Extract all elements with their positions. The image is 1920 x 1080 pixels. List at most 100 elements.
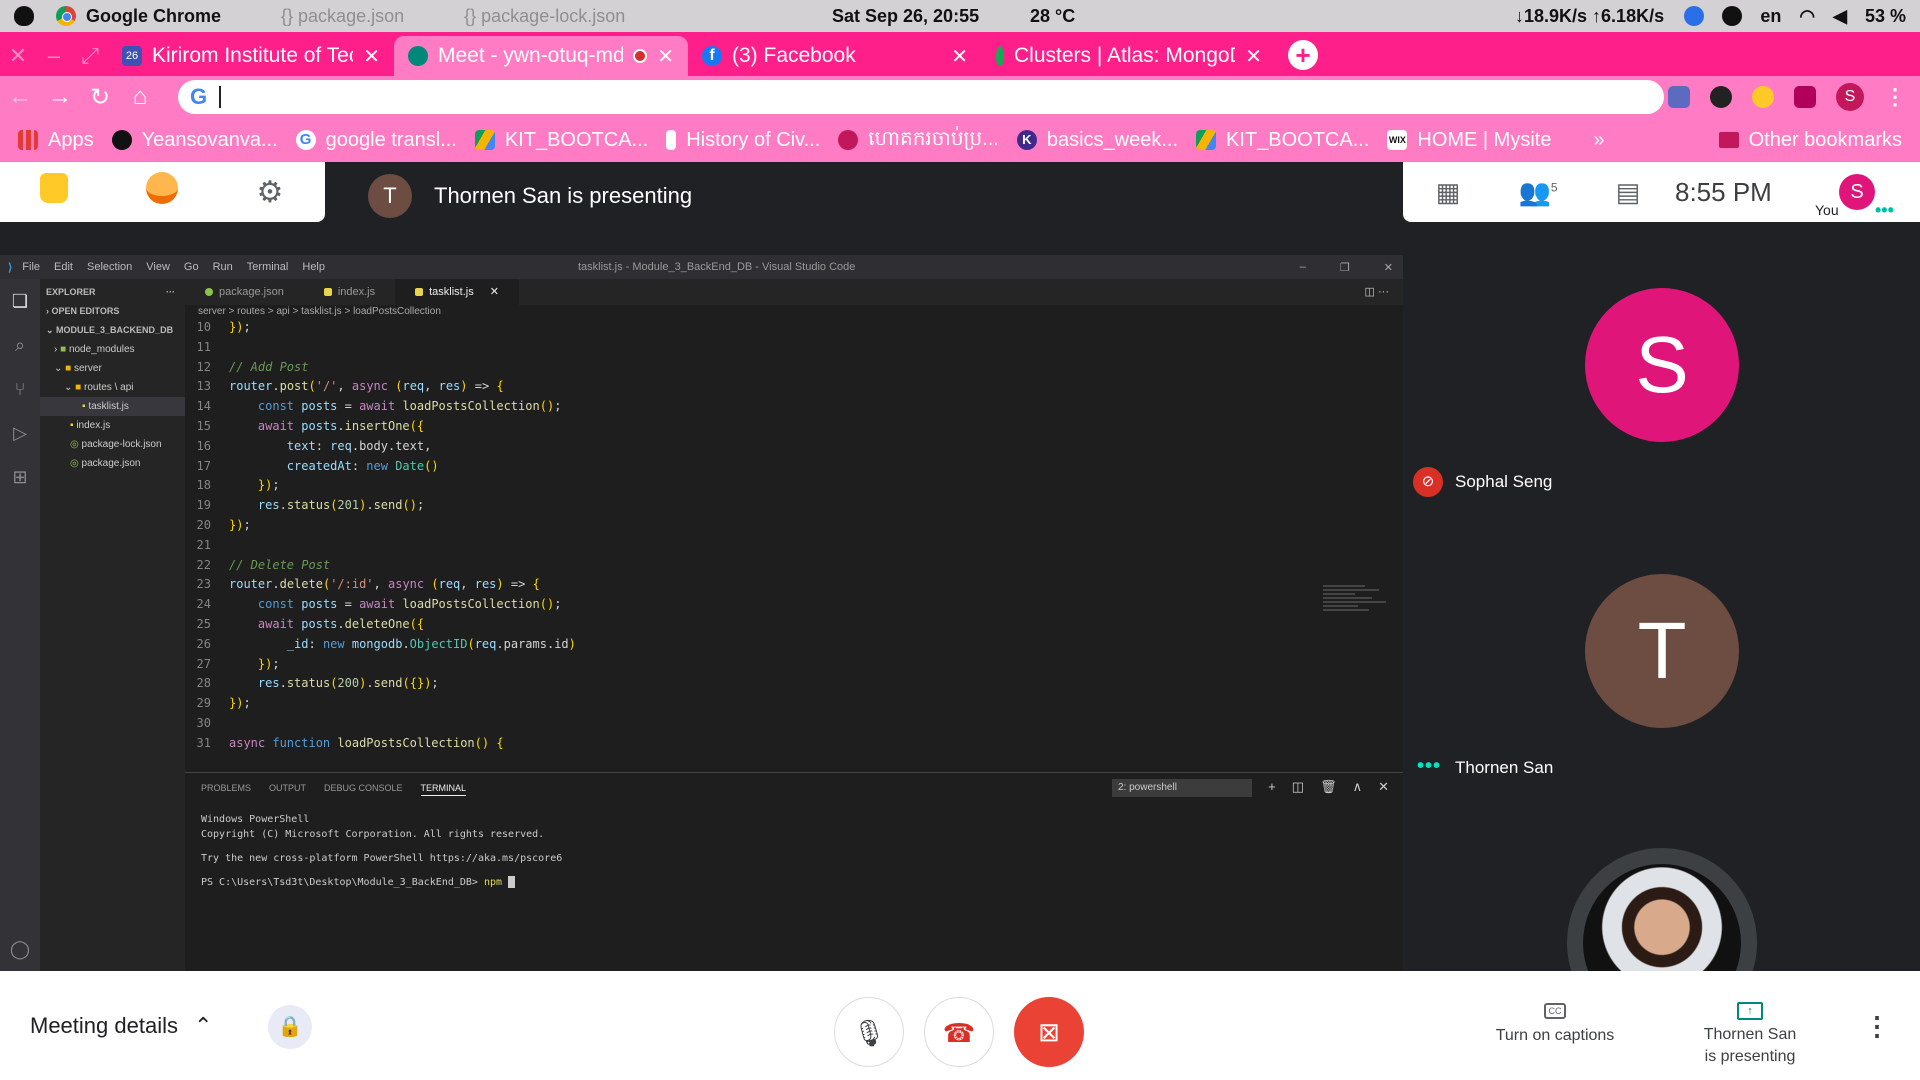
run-debug-icon[interactable]: ▷	[0, 411, 40, 455]
code-line[interactable]: 15 await posts.insertOne({	[185, 417, 1395, 437]
code-line[interactable]: 23 router.delete('/:id', async (req, res)…	[185, 575, 1395, 595]
breadcrumb[interactable]: server > routes > api > tasklist.js > lo…	[198, 306, 441, 317]
participant-avatar[interactable]: T	[1585, 574, 1739, 728]
tree-item-package[interactable]: ◎ package.json	[40, 454, 185, 473]
layout-grid-icon[interactable]: ▦	[1403, 177, 1493, 208]
battery-status[interactable]: 53 %	[1865, 6, 1906, 27]
open-editors-section[interactable]: › OPEN EDITORS	[40, 302, 185, 321]
volume-icon[interactable]: ◀	[1833, 6, 1847, 27]
active-app-name[interactable]: Google Chrome	[86, 6, 221, 27]
close-tab-icon[interactable]: ✕	[951, 44, 968, 69]
wifi-icon[interactable]: ◠	[1799, 6, 1815, 27]
vscode-menu-run[interactable]: Run	[213, 261, 233, 273]
minimize-icon[interactable]: –	[1300, 261, 1306, 274]
tree-item-package-lock[interactable]: ◎ package-lock.json	[40, 435, 185, 454]
captions-button[interactable]: CC Turn on captions	[1480, 999, 1630, 1047]
vscode-menu-selection[interactable]: Selection	[87, 261, 132, 273]
close-tab-icon[interactable]: ✕	[657, 44, 674, 69]
menu-dots-icon[interactable]: ⋮	[1884, 84, 1906, 110]
trash-icon[interactable]: 🗑	[1320, 779, 1337, 795]
code-line[interactable]: 26 _id: new mongodb.ObjectID(req.params.…	[185, 635, 1395, 655]
host-controls-lock-icon[interactable]: 🔒	[268, 1005, 312, 1049]
editor-tab-package[interactable]: package.json	[185, 279, 304, 305]
restore-icon[interactable]: ❐	[1340, 261, 1350, 274]
search-icon[interactable]: ⌕	[0, 323, 40, 367]
code-line[interactable]: 16 text: req.body.text,	[185, 437, 1395, 457]
back-icon[interactable]: ←	[0, 83, 40, 111]
apple-icon[interactable]	[14, 6, 34, 26]
code-line[interactable]: 10});	[185, 318, 1395, 338]
menubar-weather[interactable]: 28 °C	[1030, 6, 1075, 27]
participant-photo[interactable]	[1567, 848, 1757, 971]
bookmark-apps[interactable]: Apps	[18, 129, 94, 152]
new-tab-button[interactable]: +	[1288, 40, 1318, 70]
tree-item-index[interactable]: ▪ index.js	[40, 416, 185, 435]
code-line[interactable]: 22 // Delete Post	[185, 556, 1395, 576]
close-tab-icon[interactable]: ✕	[490, 279, 499, 305]
tree-item-routes-api[interactable]: ⌄ ■ routes \ api	[40, 378, 185, 397]
terminal-output[interactable]: Windows PowerShell Copyright (C) Microso…	[185, 806, 1403, 896]
panel-tab-problems[interactable]: PROBLEMS	[201, 783, 251, 796]
account-icon[interactable]: ◯	[0, 927, 40, 971]
bookmark-item[interactable]: Yeansovanva...	[111, 129, 278, 152]
bookmark-item[interactable]: WIX HOME | Mysite	[1387, 129, 1551, 152]
code-line[interactable]: 19 res.status(201).send();	[185, 496, 1395, 516]
accessibility-icon[interactable]	[1722, 6, 1743, 26]
other-bookmarks[interactable]: Other bookmarks	[1718, 129, 1902, 152]
puzzle-icon[interactable]	[1794, 86, 1816, 108]
bookmark-item[interactable]: KIT_BOOTCA...	[1196, 129, 1369, 152]
editor-tab-tasklist[interactable]: tasklist.js ✕	[395, 279, 519, 305]
extensions-icon[interactable]: ⊞	[0, 455, 40, 499]
participant-avatar[interactable]: S	[1585, 288, 1739, 442]
close-window-icon[interactable]: ✕	[0, 36, 36, 76]
terminal-selector[interactable]: 2: powershell	[1112, 779, 1252, 797]
code-line[interactable]: 17 createdAt: new Date()	[185, 457, 1395, 477]
vscode-menu-terminal[interactable]: Terminal	[247, 261, 289, 273]
code-line[interactable]: 25 await posts.deleteOne({	[185, 615, 1395, 635]
more-options-icon[interactable]: ⋮	[1864, 1011, 1890, 1042]
extension-icon[interactable]	[1710, 86, 1732, 108]
split-terminal-icon[interactable]: ◫	[1292, 779, 1304, 795]
code-line[interactable]: 27 });	[185, 655, 1395, 675]
tree-item-node-modules[interactable]: › ■ node_modules	[40, 340, 185, 359]
code-line[interactable]: 30	[185, 714, 1395, 734]
tree-item-tasklist[interactable]: ▪ tasklist.js	[40, 397, 185, 416]
camera-button[interactable]: ⊠	[1014, 997, 1084, 1067]
split-editor-icon[interactable]: ◫ ···	[1365, 279, 1389, 305]
maximize-panel-icon[interactable]: ∧	[1353, 779, 1363, 795]
bookmark-item[interactable]: Kbasics_week...	[1016, 129, 1178, 152]
editor-tab-index[interactable]: index.js	[304, 279, 395, 305]
minimap[interactable]	[1323, 583, 1393, 643]
chat-icon[interactable]: ▤	[1583, 177, 1673, 208]
menubar-clock[interactable]: Sat Sep 26, 20:55	[832, 6, 979, 27]
zoom-window-icon[interactable]: ⤢	[72, 36, 108, 76]
meeting-details-button[interactable]: Meeting details ⌃	[30, 1013, 212, 1039]
code-line[interactable]: 24 const posts = await loadPostsCollecti…	[185, 595, 1395, 615]
code-line[interactable]: 31 async function loadPostsCollection() {	[185, 734, 1395, 754]
thumbs-up-icon[interactable]	[0, 173, 108, 211]
panel-tab-output[interactable]: OUTPUT	[269, 783, 306, 796]
bookmark-item[interactable]: KIT_BOOTCA...	[474, 129, 648, 152]
panel-tab-terminal[interactable]: TERMINAL	[420, 783, 467, 796]
input-language[interactable]: en	[1760, 6, 1781, 27]
close-icon[interactable]: ✕	[1384, 261, 1393, 274]
code-line[interactable]: 12 // Add Post	[185, 358, 1395, 378]
translate-extension-icon[interactable]	[1668, 86, 1690, 108]
home-icon[interactable]: ⌂	[120, 83, 160, 111]
code-line[interactable]: 14 const posts = await loadPostsCollecti…	[185, 397, 1395, 417]
vscode-menu-go[interactable]: Go	[184, 261, 199, 273]
code-line[interactable]: 21	[185, 536, 1395, 556]
bookmark-item[interactable]: History of Civ...	[666, 129, 820, 152]
project-folder[interactable]: ⌄ MODULE_3_BACKEND_DB	[40, 321, 185, 340]
bookmark-item[interactable]: ហោគករចាប់ប្រ...	[838, 125, 999, 155]
code-editor[interactable]: 10}); 11 12// Add Post 13 router.post('/', a…	[185, 318, 1395, 750]
emoji-extension-icon[interactable]	[1752, 86, 1774, 108]
forward-icon[interactable]: →	[40, 83, 80, 111]
new-terminal-icon[interactable]: +	[1268, 779, 1276, 795]
tab-kirirom[interactable]: 26 Kirirom Institute of Tech ✕	[108, 36, 394, 76]
reload-icon[interactable]: ↻	[80, 83, 120, 112]
code-line[interactable]: 20});	[185, 516, 1395, 536]
self-tile[interactable]: S You •••	[1815, 162, 1895, 222]
tab-facebook[interactable]: f (3) Facebook ✕	[688, 36, 982, 76]
files-icon[interactable]: ❏	[0, 279, 40, 323]
